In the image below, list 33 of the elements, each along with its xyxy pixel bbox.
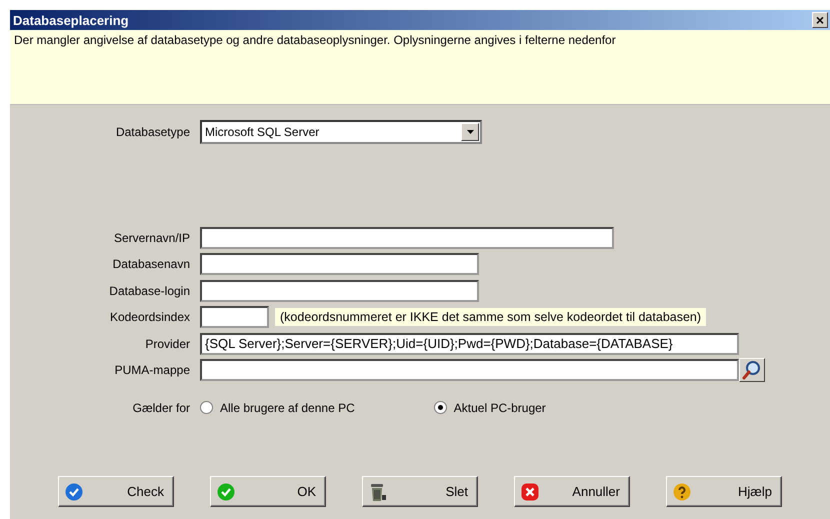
input-field[interactable] [200, 359, 739, 382]
hint-note: (kodeordsnummeret er IKKE det samme som selve kodeordet til databasen) [275, 308, 706, 326]
info-message: Der mangler angivelse af databasetype og andre databaseoplysninger. Oplysningerne angives i felterne nedenfor [14, 33, 616, 47]
input-field[interactable] [200, 306, 269, 328]
checkmark-icon [217, 482, 235, 500]
checkmark-icon [65, 482, 83, 500]
check-button[interactable]: Check [58, 476, 174, 507]
ok-button[interactable]: OK [210, 476, 326, 507]
field-label: PUMA-mappe [114, 363, 190, 378]
delete-button[interactable]: Slet [362, 476, 478, 507]
help-icon [673, 482, 691, 500]
close-button[interactable]: × [812, 12, 828, 28]
browse-button[interactable] [739, 358, 765, 382]
field-label: Gælder for [132, 400, 190, 415]
input-field[interactable] [200, 226, 614, 249]
help-button[interactable]: Hjælp [666, 476, 782, 507]
input-field[interactable]: {SQL Server};Server={SERVER};Uid={UID};Pwd={PWD};Database={DATABASE} [200, 332, 739, 355]
field-label: Databasenavn [112, 257, 190, 272]
input-field[interactable] [200, 280, 479, 302]
field-label: Database-login [108, 284, 190, 298]
field-label: Databasetype [114, 125, 190, 140]
database-type-dropdown[interactable]: Microsoft SQL Server [200, 120, 482, 144]
field-label: Kodeordsindex [108, 310, 190, 324]
field-label: Servernavn/IP [112, 230, 190, 245]
radio-option[interactable]: Aktuel PC-bruger [434, 400, 546, 415]
magnifier-icon [742, 360, 762, 380]
field-label: Provider [144, 336, 190, 351]
trash-can-icon [369, 482, 387, 502]
cancel-icon [521, 482, 539, 500]
radio-option[interactable]: Alle brugere af denne PC [200, 400, 355, 415]
input-field[interactable] [200, 253, 479, 276]
window-title: Databaseplacering [13, 12, 129, 28]
cancel-button[interactable]: Annuller [514, 476, 630, 507]
